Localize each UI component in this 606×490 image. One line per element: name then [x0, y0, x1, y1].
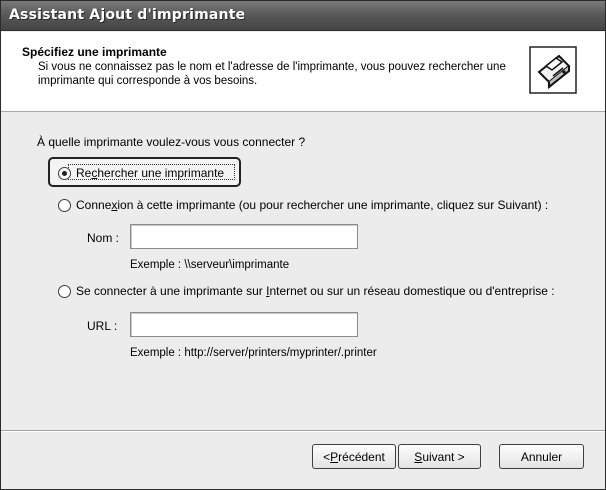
question-label: À quelle imprimante voulez-vous vous con…: [37, 135, 306, 149]
wizard-body: À quelle imprimante voulez-vous vous con…: [1, 113, 605, 430]
option-internet-printer[interactable]: Se connecter à une imprimante sur Intern…: [58, 284, 555, 298]
option-internet-label: Se connecter à une imprimante sur Intern…: [76, 284, 555, 298]
name-example: Exemple : \\serveur\imprimante: [130, 259, 290, 271]
add-printer-wizard-window: Assistant Ajout d'imprimante Spécifiez u…: [0, 0, 606, 490]
option-search-label: Rechercher une imprimante: [76, 166, 225, 180]
back-button[interactable]: < Précédent: [312, 444, 396, 469]
url-field-label: URL :: [87, 319, 118, 333]
title-bar[interactable]: Assistant Ajout d'imprimante: [1, 1, 605, 31]
page-description: Si vous ne connaissez pas le nom et l'ad…: [38, 61, 506, 87]
radio-internet-printer[interactable]: [58, 284, 71, 298]
next-button[interactable]: Suivant >: [398, 444, 481, 469]
footer-divider: [1, 430, 605, 432]
option-connect-printer[interactable]: Connexion à cette imprimante (ou pour re…: [58, 198, 548, 212]
name-input[interactable]: [130, 224, 358, 249]
radio-search-printer[interactable]: [58, 166, 71, 180]
cancel-button[interactable]: Annuler: [499, 444, 584, 469]
option-connect-label: Connexion à cette imprimante (ou pour re…: [76, 198, 549, 212]
printer-icon: [529, 46, 577, 94]
option-search-printer[interactable]: Rechercher une imprimante: [58, 166, 224, 180]
name-field-label: Nom :: [87, 231, 120, 245]
window-title: Assistant Ajout d'imprimante: [9, 7, 246, 23]
page-heading: Spécifiez une imprimante: [22, 45, 167, 59]
radio-connect-printer[interactable]: [58, 198, 71, 212]
wizard-header: Spécifiez une imprimante Si vous ne conn…: [1, 32, 605, 112]
url-example: Exemple : http://server/printers/myprint…: [130, 347, 377, 359]
url-input[interactable]: [130, 312, 358, 337]
